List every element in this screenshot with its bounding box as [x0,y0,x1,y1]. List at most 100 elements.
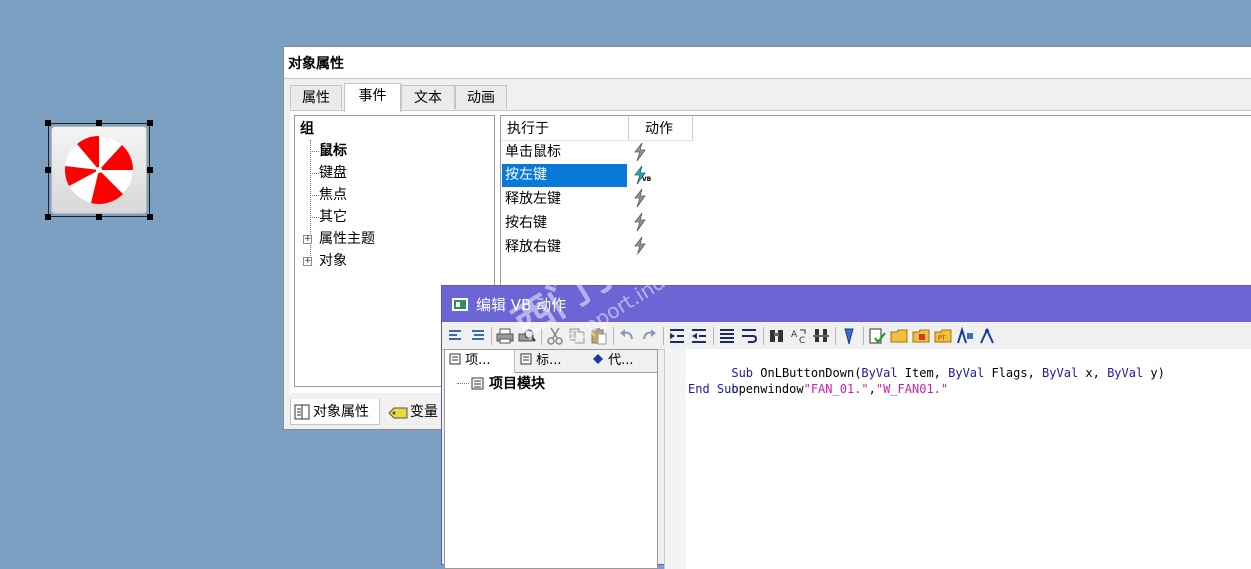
goto-icon[interactable] [812,327,830,345]
tab-code-templates[interactable]: 代... [589,350,657,372]
vb-editor-titlebar[interactable]: 编辑 VB 动作 [442,286,1251,322]
tree-item-property-topics[interactable]: 属性主题 [319,228,375,250]
expand-plus-icon[interactable]: + [303,235,312,244]
event-row-right-up[interactable]: 释放右键 [502,236,627,259]
vb-tab-label: 代... [608,353,634,368]
vb-badge: VB [642,176,652,183]
comment-lines-icon[interactable] [447,327,465,345]
svg-text:A: A [791,330,798,340]
tree-item-other[interactable]: 其它 [319,206,347,228]
paste-icon[interactable] [590,327,608,345]
tree-connector [310,217,319,218]
column-header-action[interactable]: 动作 [629,116,693,141]
replace-icon[interactable]: AC [790,327,808,345]
folder-add-icon[interactable] [912,327,930,345]
code-gutter [664,349,687,569]
window-icon [452,298,468,311]
svg-text:C: C [799,336,805,345]
code-line-3: End Sub [688,382,739,396]
tab-events[interactable]: 事件 [344,83,401,112]
resize-handle-t[interactable] [96,120,102,126]
undo-icon[interactable] [618,327,636,345]
wrap-lines-icon[interactable] [740,327,758,345]
fan-graphic-object[interactable] [45,120,153,220]
tree-item-keyboard[interactable]: 键盘 [319,162,347,184]
tab-text[interactable]: 文本 [401,85,455,109]
bottom-tab-variables[interactable]: 变量 [384,399,444,425]
selection-frame [48,123,150,217]
module-icon [520,353,532,365]
find-icon[interactable] [768,327,786,345]
toolbar-separator [663,327,664,345]
vb-tab-label: 标... [536,353,562,368]
resize-handle-b[interactable] [96,214,102,220]
tree-root-group[interactable]: 组 [300,118,314,140]
tree-item-focus[interactable]: 焦点 [319,184,347,206]
code-template-icon [593,354,603,364]
code-string: "W_FAN01." [875,382,949,396]
print-preview-icon[interactable] [518,327,536,345]
toolbar-separator [713,327,714,345]
resize-handle-r[interactable] [147,167,153,173]
outdent-icon[interactable] [690,327,708,345]
tab-properties[interactable]: 属性 [290,85,342,109]
toolbar-separator [863,327,864,345]
resize-handle-l[interactable] [45,167,51,173]
bottom-tab-label: 对象属性 [313,404,369,420]
code-text: openwindow [731,382,804,396]
lightning-icon[interactable] [631,142,649,162]
svg-text:PT: PT [938,335,946,342]
vb-explorer-panel: 项... 标... 代... 项目模块 [444,349,658,569]
print-icon[interactable] [496,327,514,345]
vb-code-editor[interactable]: Sub OnLButtonDown(ByVal Item, ByVal Flag… [686,349,1251,569]
code-text: x, [1078,366,1108,380]
toolbar-separator [835,327,836,345]
vb-toolbar: AC PT [442,323,1251,350]
redo-icon[interactable] [640,327,658,345]
tree-connector [310,173,319,174]
code-keyword: ByVal [948,366,985,380]
toolbar-separator [613,327,614,345]
code-string: "FAN_01." [803,382,869,396]
lightning-icon[interactable] [631,236,649,256]
folder-icon[interactable] [890,327,908,345]
toolbar-separator [491,327,492,345]
resize-handle-bl[interactable] [45,214,51,220]
tab-animation[interactable]: 动画 [455,85,507,109]
tree-item-project-module[interactable]: 项目模块 [489,374,545,394]
event-row-left-up[interactable]: 释放左键 [502,188,627,211]
event-row-click[interactable]: 单击鼠标 [502,141,627,164]
folder-pt-icon[interactable]: PT [934,327,952,345]
cut-icon[interactable] [546,327,564,345]
column-header-execute-on[interactable]: 执行于 [501,116,629,141]
object-browser-icon[interactable] [956,327,974,345]
toolbar-separator [763,327,764,345]
properties-tool-icon[interactable] [978,327,996,345]
copy-icon[interactable] [568,327,586,345]
tree-item-mouse[interactable]: 鼠标 [319,140,347,162]
uncomment-lines-icon[interactable] [468,327,486,345]
bottom-tab-object-properties[interactable]: 对象属性 [290,399,380,425]
variable-tag-icon [388,407,408,419]
tree-item-objects[interactable]: 对象 [319,250,347,272]
expand-plus-icon[interactable]: + [303,257,312,266]
code-text: , [868,382,876,396]
toolbar-separator [541,327,542,345]
resize-handle-tr[interactable] [147,120,153,126]
event-row-left-down[interactable]: 按左键 [502,164,627,187]
lightning-icon[interactable] [631,212,649,232]
lightning-icon[interactable] [631,188,649,208]
tab-project-functions[interactable]: 项... [445,350,515,373]
bookmark-icon[interactable] [840,327,858,345]
resize-handle-br[interactable] [147,214,153,220]
edit-vb-action-window: 编辑 VB 动作 AC PT 项... 标... 代... 项目模块 Sub O… [441,285,1251,569]
indent-icon[interactable] [668,327,686,345]
tab-standard-functions[interactable]: 标... [517,350,587,372]
code-text: y) [1143,366,1165,380]
resize-handle-tl[interactable] [45,120,51,126]
module-icon [471,377,484,390]
code-keyword: ByVal [1042,366,1079,380]
align-lines-icon[interactable] [718,327,736,345]
event-row-right-down[interactable]: 按右键 [502,212,627,235]
syntax-check-icon[interactable] [868,327,886,345]
